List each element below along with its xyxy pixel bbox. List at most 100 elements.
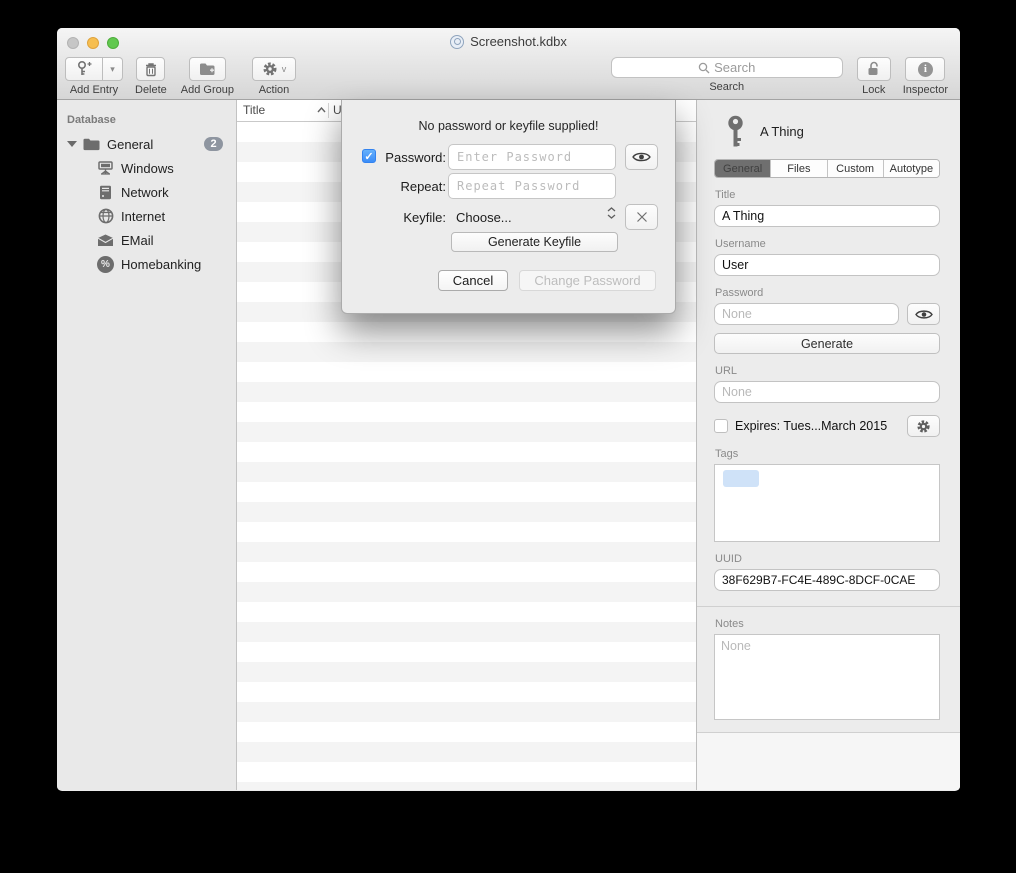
info-icon: i (918, 62, 933, 77)
column-header-title[interactable]: Title (243, 103, 265, 117)
lock-button[interactable] (857, 57, 891, 81)
sort-ascending-icon[interactable] (317, 107, 326, 113)
cancel-button[interactable]: Cancel (438, 270, 508, 291)
reveal-password-button[interactable] (907, 303, 940, 325)
entry-header: A Thing (714, 112, 940, 150)
sidebar-item-label: General (107, 137, 153, 152)
percent-icon: % (97, 256, 114, 273)
sidebar: Database General 2 Windows Network (57, 100, 237, 790)
search-input[interactable]: Search (611, 57, 843, 78)
expires-label: Expires: Tues...March 2015 (735, 419, 887, 433)
repeat-password-field[interactable] (448, 173, 616, 199)
expiry-settings-button[interactable] (907, 415, 940, 437)
action-button[interactable]: v (252, 57, 296, 81)
dialog-repeat-label: Repeat: (380, 179, 446, 194)
add-group-button[interactable] (189, 57, 226, 81)
sidebar-item-email[interactable]: EMail (57, 228, 236, 252)
add-group-group: Add Group (181, 57, 234, 96)
expires-checkbox[interactable] (714, 419, 728, 433)
inspector-divider (697, 606, 960, 607)
tab-autotype[interactable]: Autotype (883, 160, 939, 177)
tags-field[interactable] (714, 464, 940, 542)
sidebar-item-network[interactable]: Network (57, 180, 236, 204)
inspector-label: Inspector (903, 84, 948, 96)
username-field[interactable] (714, 254, 940, 276)
delete-button[interactable] (136, 57, 165, 81)
search-icon (698, 62, 710, 74)
computers-icon (97, 160, 114, 177)
add-entry-button[interactable] (65, 57, 103, 81)
entry-count-badge: 2 (204, 137, 223, 151)
sidebar-section-header: Database (57, 110, 236, 132)
notes-label: Notes (715, 618, 940, 630)
sidebar-item-general[interactable]: General 2 (57, 132, 236, 156)
eye-icon (915, 309, 933, 320)
tags-label: Tags (715, 448, 940, 460)
disclosure-triangle-icon[interactable] (67, 141, 77, 147)
inspector-group: i Inspector (903, 57, 948, 96)
document-icon (450, 35, 464, 49)
search-placeholder: Search (714, 60, 755, 75)
tag-pill[interactable] (723, 470, 759, 487)
sidebar-item-homebanking[interactable]: % Homebanking (57, 252, 236, 276)
add-entry-group: ▾ Add Entry (65, 57, 123, 96)
check-icon: ✓ (364, 150, 373, 163)
sidebar-item-label: Network (121, 185, 169, 200)
app-window: Screenshot.kdbx ▾ Add Entry (57, 28, 960, 791)
inspector-tabs: General Files Custom Autotype (714, 159, 940, 178)
notes-field[interactable] (714, 634, 940, 720)
delete-group: Delete (135, 57, 167, 96)
eye-icon (632, 151, 651, 163)
action-label: Action (259, 84, 290, 96)
password-label: Password (715, 287, 940, 299)
stepper-icon[interactable] (607, 207, 616, 219)
enter-password-field[interactable] (448, 144, 616, 170)
show-password-button[interactable] (625, 144, 658, 170)
add-entry-label: Add Entry (70, 84, 118, 96)
add-group-label: Add Group (181, 84, 234, 96)
generate-keyfile-button[interactable]: Generate Keyfile (451, 232, 618, 252)
sidebar-item-label: Windows (121, 161, 174, 176)
column-divider[interactable] (328, 103, 329, 118)
url-field[interactable] (714, 381, 940, 403)
inspector-footer (697, 732, 960, 790)
tab-files[interactable]: Files (770, 160, 826, 177)
uuid-field[interactable] (714, 569, 940, 591)
window-title-row: Screenshot.kdbx (57, 34, 960, 49)
change-password-button[interactable]: Change Password (519, 270, 656, 291)
password-field[interactable] (714, 303, 899, 325)
folder-icon (83, 136, 100, 153)
envelope-icon (97, 232, 114, 249)
tab-custom[interactable]: Custom (827, 160, 883, 177)
titlebar-toolbar: Screenshot.kdbx ▾ Add Entry (57, 28, 960, 100)
password-checkbox[interactable]: ✓ (362, 149, 376, 163)
generate-button[interactable]: Generate (714, 333, 940, 354)
tab-general[interactable]: General (715, 160, 770, 177)
lock-open-icon (866, 61, 881, 77)
title-field[interactable] (714, 205, 940, 227)
sidebar-item-windows[interactable]: Windows (57, 156, 236, 180)
close-x-icon (636, 211, 648, 223)
url-label: URL (715, 365, 940, 377)
search-group: Search Search (611, 57, 843, 93)
sidebar-item-label: Internet (121, 209, 165, 224)
delete-label: Delete (135, 84, 167, 96)
lock-group: Lock (857, 57, 891, 96)
clear-keyfile-button[interactable] (625, 204, 658, 230)
trash-icon (144, 62, 158, 77)
change-password-sheet: No password or keyfile supplied! ✓ Passw… (341, 100, 676, 314)
server-icon (97, 184, 114, 201)
gear-icon (262, 61, 278, 77)
gear-icon (916, 419, 931, 434)
key-plus-icon (76, 61, 92, 77)
chevron-down-icon: v (282, 64, 287, 74)
inspector-toggle-button[interactable]: i (905, 57, 945, 81)
dropdown-arrow-icon: ▾ (110, 64, 115, 75)
add-entry-dropdown-button[interactable]: ▾ (103, 57, 123, 81)
sidebar-item-internet[interactable]: Internet (57, 204, 236, 228)
dialog-keyfile-label: Keyfile: (380, 210, 446, 225)
dialog-password-label: Password: (380, 150, 446, 165)
keyfile-popup[interactable]: Choose... (456, 210, 512, 225)
uuid-label: UUID (715, 553, 940, 565)
sheet-message: No password or keyfile supplied! (342, 119, 675, 133)
